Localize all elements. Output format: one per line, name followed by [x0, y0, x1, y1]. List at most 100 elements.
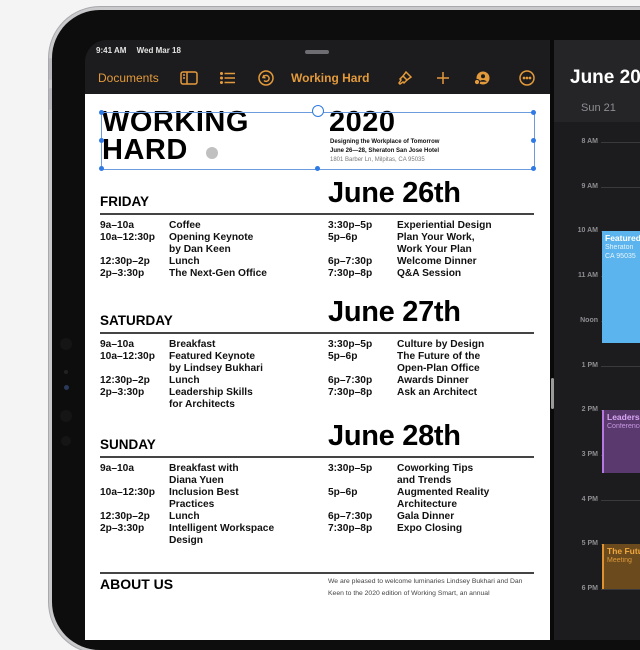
schedule-event: Opening Keynote by Dan Keen — [169, 232, 254, 255]
day-label: SUNDAY — [100, 437, 156, 452]
schedule-row: 10a–12:30p Inclusion Best Practices — [100, 487, 274, 511]
calendar-event[interactable]: The FutureMeeting — [602, 544, 640, 589]
hour-label: 10 AM — [577, 227, 598, 235]
calendar-event[interactable]: Leadership SkillsConference — [602, 410, 640, 473]
schedule-time: 3:30p–5p — [328, 463, 373, 474]
schedule-time: 12:30p–2p — [100, 511, 150, 522]
event-title: The Future — [607, 546, 640, 557]
schedule-event: The Future of the Open-Plan Office — [397, 351, 481, 374]
resize-handle[interactable] — [531, 110, 536, 115]
about-title: ABOUT US — [100, 576, 174, 592]
schedule-time: 3:30p–5p — [328, 220, 373, 231]
schedule-row: 12:30p–2p Lunch — [100, 375, 263, 387]
add-icon[interactable] — [436, 66, 450, 90]
collaborate-icon[interactable] — [473, 66, 491, 90]
undo-icon[interactable] — [258, 66, 274, 90]
selection-box[interactable] — [101, 112, 535, 170]
schedule-row: 3:30p–5p Coworking Tips and Trends — [328, 463, 489, 487]
document-title[interactable]: Working Hard — [291, 66, 369, 90]
schedule-time: 9a–10a — [100, 339, 134, 350]
documents-button[interactable]: Documents — [98, 66, 159, 90]
schedule-event: Leadership Skills for Architects — [169, 387, 253, 410]
schedule-row: 5p–6p Plan Your Work, Work Your Plan — [328, 232, 492, 256]
schedule-time: 6p–7:30p — [328, 256, 373, 267]
schedule-time: 9a–10a — [100, 220, 134, 231]
resize-handle[interactable] — [531, 166, 536, 171]
list-icon[interactable] — [220, 66, 236, 90]
schedule-time: 7:30p–8p — [328, 523, 373, 534]
schedule-event: The Next-Gen Office — [169, 268, 267, 279]
hour-gridline — [601, 499, 640, 501]
schedule-time: 12:30p–2p — [100, 256, 150, 267]
day-label: SATURDAY — [100, 313, 173, 328]
section-rule — [100, 332, 534, 334]
schedule-event: Awards Dinner — [397, 375, 469, 386]
schedule-time: 6p–7:30p — [328, 511, 373, 522]
schedule-row: 6p–7:30p Welcome Dinner — [328, 256, 492, 268]
schedule-event: Featured Keynote by Lindsey Bukhari — [169, 351, 263, 374]
schedule-event: Expo Closing — [397, 523, 463, 534]
schedule-event: Gala Dinner — [397, 511, 455, 522]
schedule-row: 2p–3:30p Leadership Skills for Architects — [100, 387, 263, 411]
resize-handle[interactable] — [315, 166, 320, 171]
status-time: 9:41 AM — [96, 46, 127, 55]
schedule-time: 9a–10a — [100, 463, 134, 474]
hour-gridline — [601, 589, 640, 590]
section-rule — [100, 456, 534, 458]
resize-handle[interactable] — [99, 110, 104, 115]
status-bar: 9:41 AM Wed Mar 18 — [96, 46, 189, 55]
schedule-row: 7:30p–8p Q&A Session — [328, 268, 492, 280]
schedule-time: 2p–3:30p — [100, 523, 145, 534]
schedule-time: 10a–12:30p — [100, 487, 155, 498]
rotation-handle[interactable] — [312, 105, 324, 117]
schedule-column: 9a–10a Breakfast with Diana Yuen 10a–12:30… — [100, 463, 274, 547]
schedule-row: 3:30p–5p Culture by Design — [328, 339, 484, 351]
schedule-event: Intelligent Workspace Design — [169, 523, 275, 546]
day-date: June 27th — [328, 296, 461, 328]
hour-label: 1 PM — [581, 361, 598, 369]
schedule-column: 3:30p–5p Experiential Design 5p–6p Plan You… — [328, 220, 492, 280]
event-title: Featured Keynote — [605, 233, 640, 244]
schedule-event: Culture by Design — [397, 339, 485, 350]
schedule-time: 10a–12:30p — [100, 232, 155, 243]
sidebar-icon[interactable] — [180, 66, 198, 90]
day-label: FRIDAY — [100, 194, 150, 209]
sensor — [60, 338, 72, 350]
format-brush-icon[interactable] — [397, 66, 413, 90]
schedule-row: 9a–10a Coffee — [100, 220, 267, 232]
event-location: Meeting — [607, 557, 632, 565]
resize-handle[interactable] — [531, 138, 536, 143]
sensor — [61, 436, 71, 446]
section-rule — [100, 572, 534, 574]
schedule-event: Lunch — [169, 256, 200, 267]
schedule-row: 10a–12:30p Opening Keynote by Dan Keen — [100, 232, 267, 256]
hour-gridline — [601, 142, 640, 143]
schedule-row: 7:30p–8p Expo Closing — [328, 523, 489, 535]
schedule-row: 9a–10a Breakfast with Diana Yuen — [100, 463, 274, 487]
hour-label: 5 PM — [581, 540, 598, 548]
event-location: CA 95035 — [605, 253, 636, 261]
calendar-header: June 2020 Sun 21 — [554, 40, 640, 122]
calendar-day-header[interactable]: Sun 21 — [581, 102, 616, 114]
multitasking-grabber[interactable] — [305, 50, 329, 54]
hour-gridline — [601, 365, 640, 367]
schedule-event: Augmented Reality Architecture — [397, 487, 490, 510]
schedule-event: Q&A Session — [397, 268, 462, 279]
schedule-time: 5p–6p — [328, 487, 358, 498]
schedule-column: 9a–10a Breakfast 10a–12:30p Featured Keynot… — [100, 339, 263, 411]
schedule-column: 9a–10a Coffee 10a–12:30p Opening Keynote by… — [100, 220, 267, 280]
schedule-event: Coworking Tips and Trends — [397, 463, 474, 486]
schedule-column: 3:30p–5p Culture by Design 5p–6p The Future… — [328, 339, 484, 399]
schedule-event: Coffee — [169, 220, 201, 231]
resize-handle[interactable] — [99, 166, 104, 171]
hour-gridline — [601, 186, 640, 188]
volume-button — [49, 88, 52, 110]
schedule-time: 2p–3:30p — [100, 387, 145, 398]
more-icon[interactable] — [519, 66, 535, 90]
schedule-event: Experiential Design — [397, 220, 492, 231]
schedule-event: Lunch — [169, 511, 200, 522]
schedule-time: 5p–6p — [328, 351, 358, 362]
resize-handle[interactable] — [99, 138, 104, 143]
document-page[interactable]: WORKING HARD 2020 Designing the Workplac… — [85, 94, 550, 640]
calendar-event[interactable]: Featured KeynoteSheratonCA 95035 — [602, 231, 640, 344]
